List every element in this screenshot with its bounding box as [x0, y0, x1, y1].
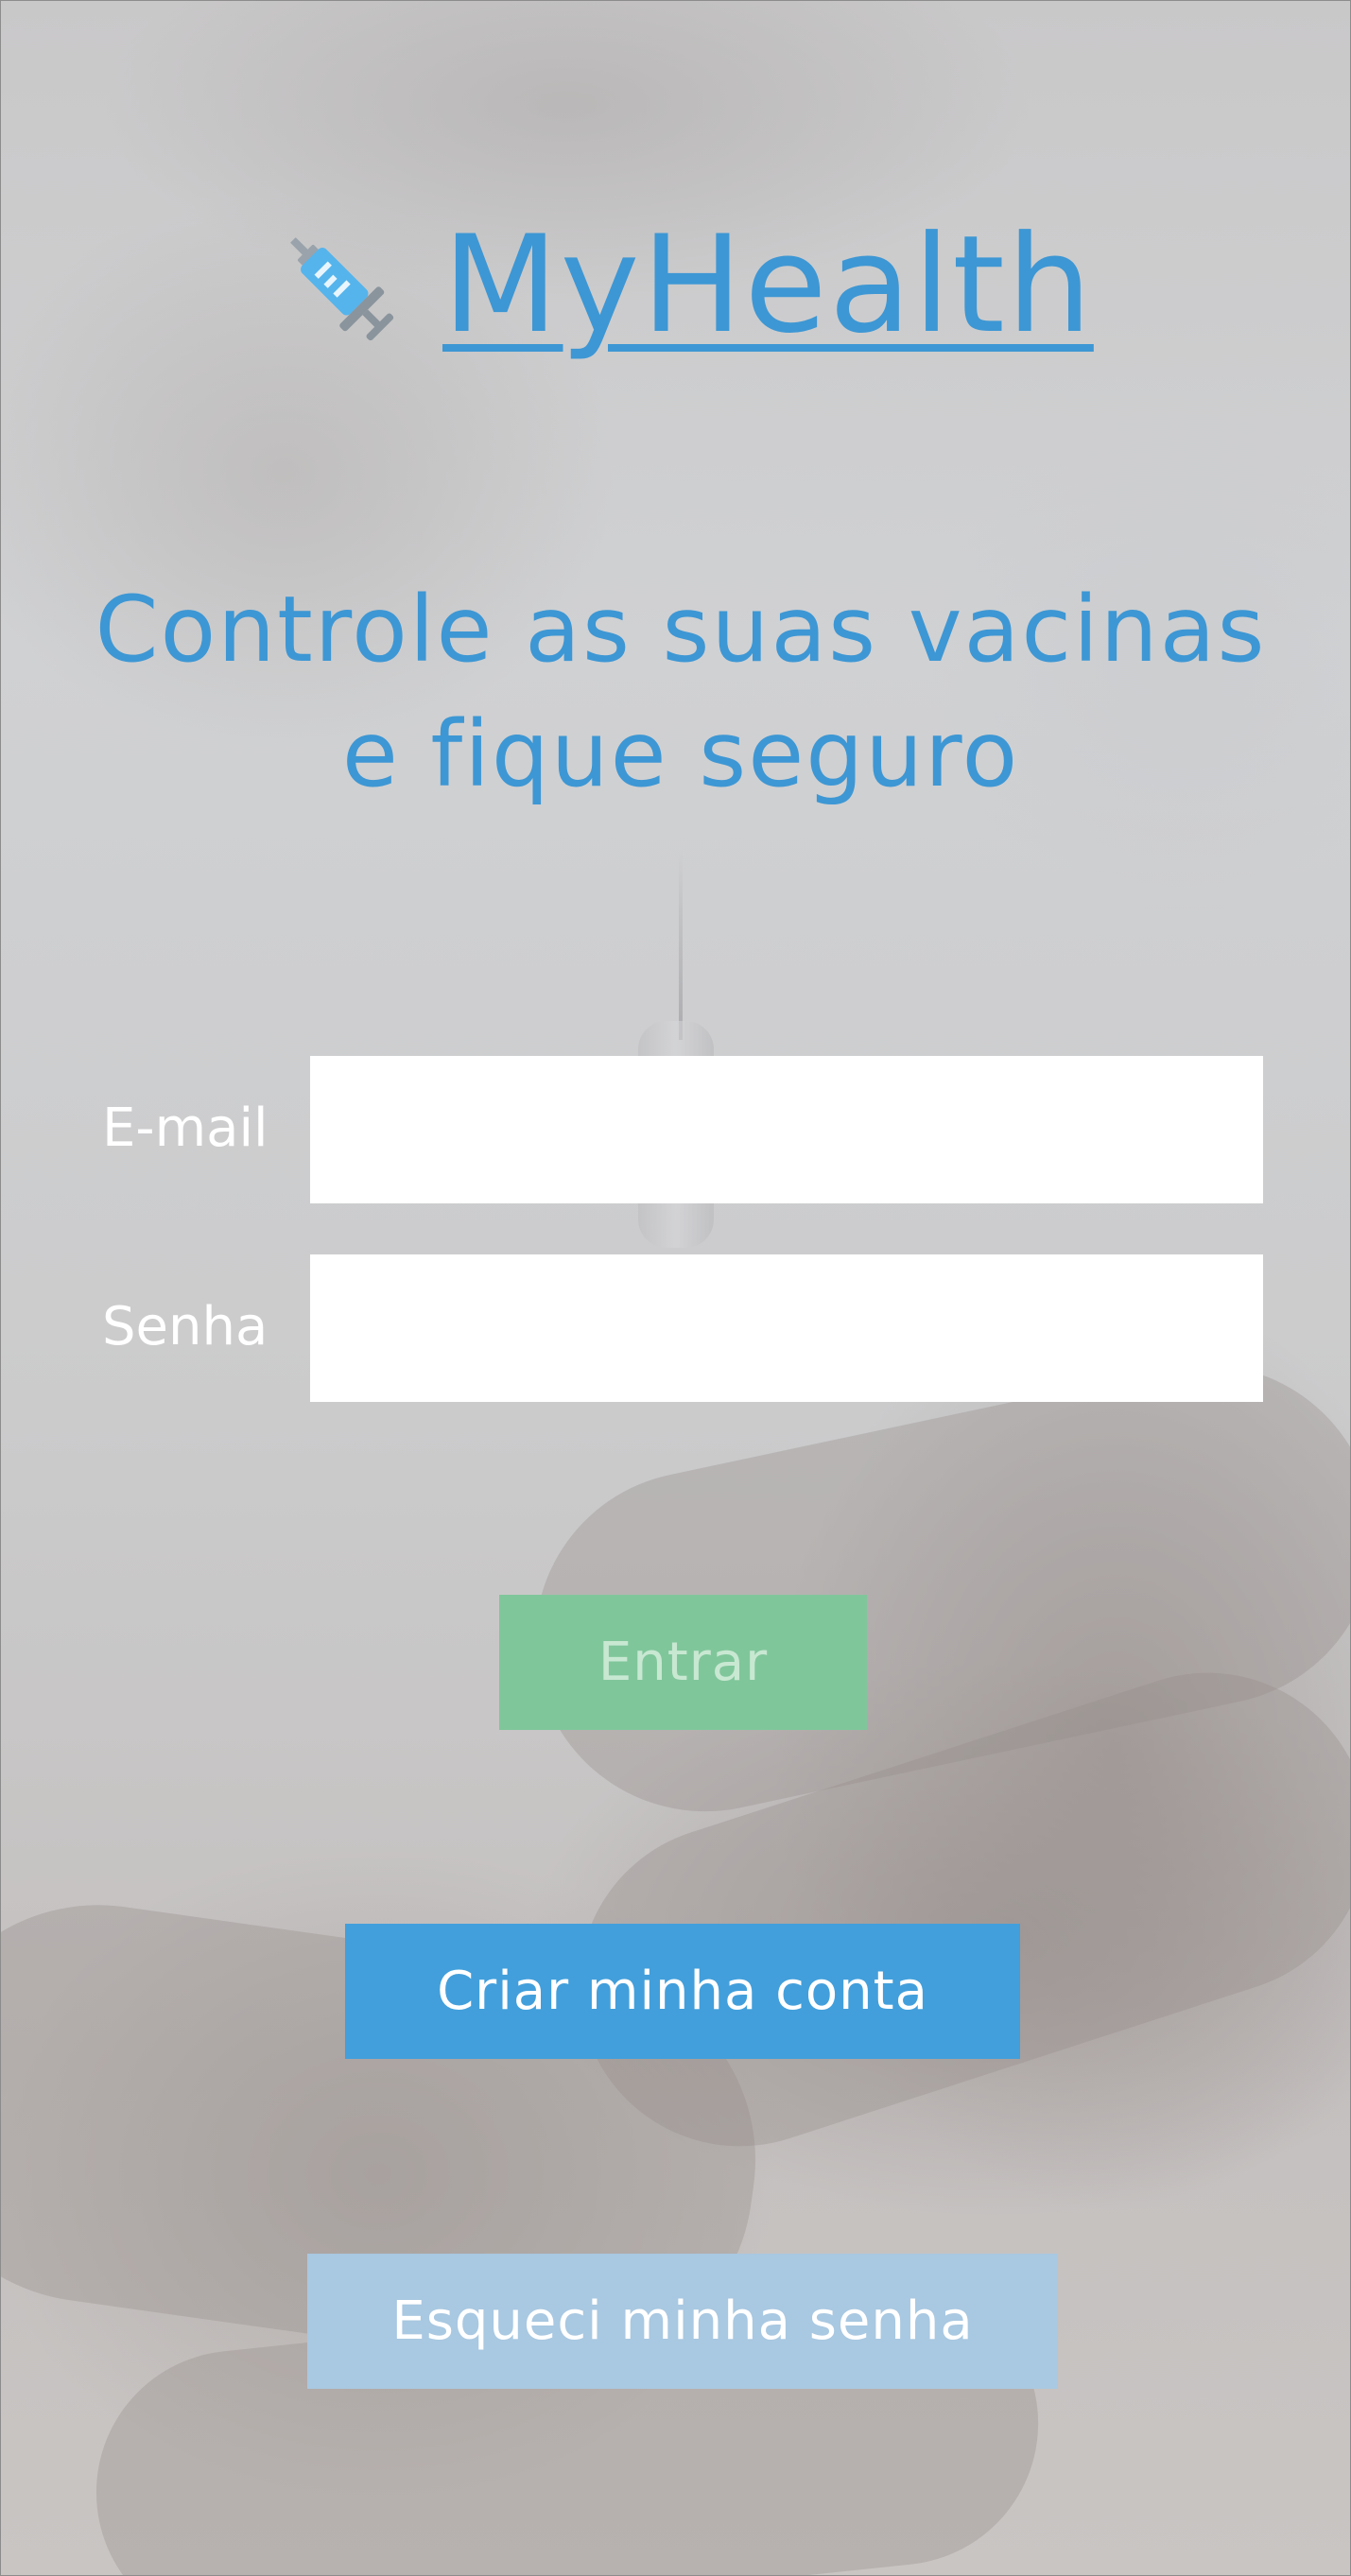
- forgot-password-button[interactable]: Esqueci minha senha: [307, 2254, 1058, 2389]
- password-field[interactable]: [310, 1254, 1263, 1402]
- background-needle: [679, 851, 683, 1040]
- email-field[interactable]: [310, 1056, 1263, 1203]
- app-title[interactable]: MyHealth: [442, 218, 1094, 353]
- create-account-button[interactable]: Criar minha conta: [345, 1924, 1020, 2059]
- login-button[interactable]: Entrar: [499, 1595, 867, 1730]
- headline: Controle as suas vacinas e fique seguro: [95, 577, 1267, 807]
- app-logo[interactable]: MyHealth: [272, 210, 1104, 361]
- email-label: E-mail: [102, 1098, 268, 1159]
- password-label: Senha: [102, 1296, 268, 1357]
- syringe-icon: [290, 237, 394, 341]
